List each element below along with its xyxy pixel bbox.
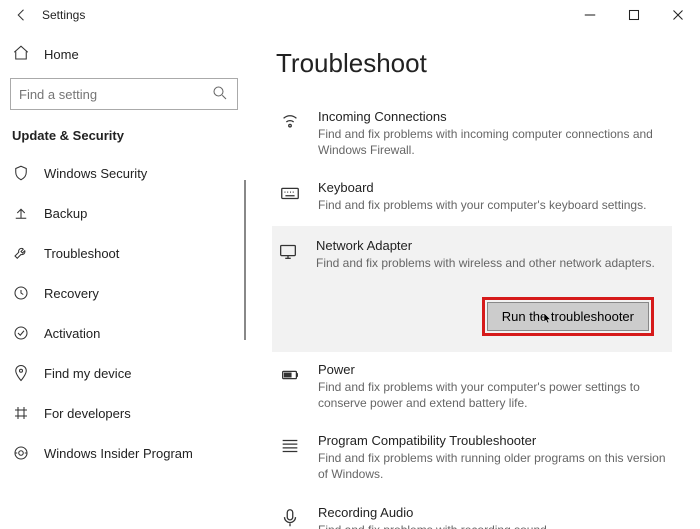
nav-recovery[interactable]: Recovery bbox=[0, 273, 248, 313]
window-title: Settings bbox=[42, 8, 85, 22]
nav-activation[interactable]: Activation bbox=[0, 313, 248, 353]
nav-label: Activation bbox=[44, 326, 100, 341]
main-pane: Troubleshoot Incoming Connections Find a… bbox=[248, 30, 700, 529]
program-compat-icon bbox=[278, 435, 302, 459]
troubleshooter-power[interactable]: Power Find and fix problems with your co… bbox=[276, 352, 672, 423]
shield-icon bbox=[12, 164, 30, 182]
connections-icon bbox=[278, 111, 302, 135]
nav-windows-security[interactable]: Windows Security bbox=[0, 153, 248, 193]
network-adapter-icon bbox=[276, 240, 300, 264]
power-icon bbox=[278, 364, 302, 388]
item-label: Network Adapter bbox=[316, 238, 662, 253]
search-box[interactable] bbox=[10, 78, 238, 110]
sidebar-scrollbar[interactable] bbox=[244, 180, 246, 340]
item-label: Program Compatibility Troubleshooter bbox=[318, 433, 666, 448]
nav-windows-insider[interactable]: Windows Insider Program bbox=[0, 433, 248, 473]
home-label: Home bbox=[44, 47, 79, 62]
item-desc: Find and fix problems with running older… bbox=[318, 450, 666, 482]
sidebar: Home Update & Security Windows Security … bbox=[0, 30, 248, 529]
back-button[interactable] bbox=[8, 1, 36, 29]
microphone-icon bbox=[278, 507, 302, 529]
run-troubleshooter-button[interactable]: Run the troubleshooter bbox=[487, 302, 649, 331]
section-header: Update & Security bbox=[0, 122, 248, 153]
highlight-frame: Run the troubleshooter bbox=[482, 297, 654, 336]
nav-label: Find my device bbox=[44, 366, 131, 381]
troubleshooter-incoming-connections[interactable]: Incoming Connections Find and fix proble… bbox=[276, 99, 672, 170]
nav-label: Windows Insider Program bbox=[44, 446, 193, 461]
item-desc: Find and fix problems with wireless and … bbox=[316, 255, 662, 271]
nav-backup[interactable]: Backup bbox=[0, 193, 248, 233]
activation-icon bbox=[12, 324, 30, 342]
nav-label: Recovery bbox=[44, 286, 99, 301]
item-desc: Find and fix problems with incoming comp… bbox=[318, 126, 666, 158]
nav-label: Backup bbox=[44, 206, 87, 221]
troubleshoot-icon bbox=[12, 244, 30, 262]
item-desc: Find and fix problems with your computer… bbox=[318, 197, 666, 213]
nav-label: Windows Security bbox=[44, 166, 147, 181]
item-label: Keyboard bbox=[318, 180, 666, 195]
nav-for-developers[interactable]: For developers bbox=[0, 393, 248, 433]
home-icon bbox=[12, 44, 30, 65]
search-input[interactable] bbox=[19, 87, 211, 102]
search-icon bbox=[211, 84, 229, 105]
developers-icon bbox=[12, 404, 30, 422]
close-button[interactable] bbox=[656, 1, 700, 29]
backup-icon bbox=[12, 204, 30, 222]
keyboard-icon bbox=[278, 182, 302, 206]
minimize-button[interactable] bbox=[568, 1, 612, 29]
page-title: Troubleshoot bbox=[276, 48, 672, 79]
troubleshooter-keyboard[interactable]: Keyboard Find and fix problems with your… bbox=[276, 170, 672, 225]
location-icon bbox=[12, 364, 30, 382]
item-desc: Find and fix problems with recording sou… bbox=[318, 522, 666, 529]
insider-icon bbox=[12, 444, 30, 462]
nav-label: For developers bbox=[44, 406, 131, 421]
item-desc: Find and fix problems with your computer… bbox=[318, 379, 666, 411]
troubleshooter-recording-audio[interactable]: Recording Audio Find and fix problems wi… bbox=[276, 495, 672, 529]
button-label: Run the troubleshooter bbox=[502, 309, 634, 324]
nav-find-my-device[interactable]: Find my device bbox=[0, 353, 248, 393]
item-label: Power bbox=[318, 362, 666, 377]
recovery-icon bbox=[12, 284, 30, 302]
nav-troubleshoot[interactable]: Troubleshoot bbox=[0, 233, 248, 273]
item-label: Incoming Connections bbox=[318, 109, 666, 124]
maximize-button[interactable] bbox=[612, 1, 656, 29]
troubleshooter-network-adapter[interactable]: Network Adapter Find and fix problems wi… bbox=[272, 226, 672, 352]
nav-label: Troubleshoot bbox=[44, 246, 119, 261]
home-nav[interactable]: Home bbox=[0, 36, 248, 72]
item-label: Recording Audio bbox=[318, 505, 666, 520]
troubleshooter-program-compat[interactable]: Program Compatibility Troubleshooter Fin… bbox=[276, 423, 672, 494]
